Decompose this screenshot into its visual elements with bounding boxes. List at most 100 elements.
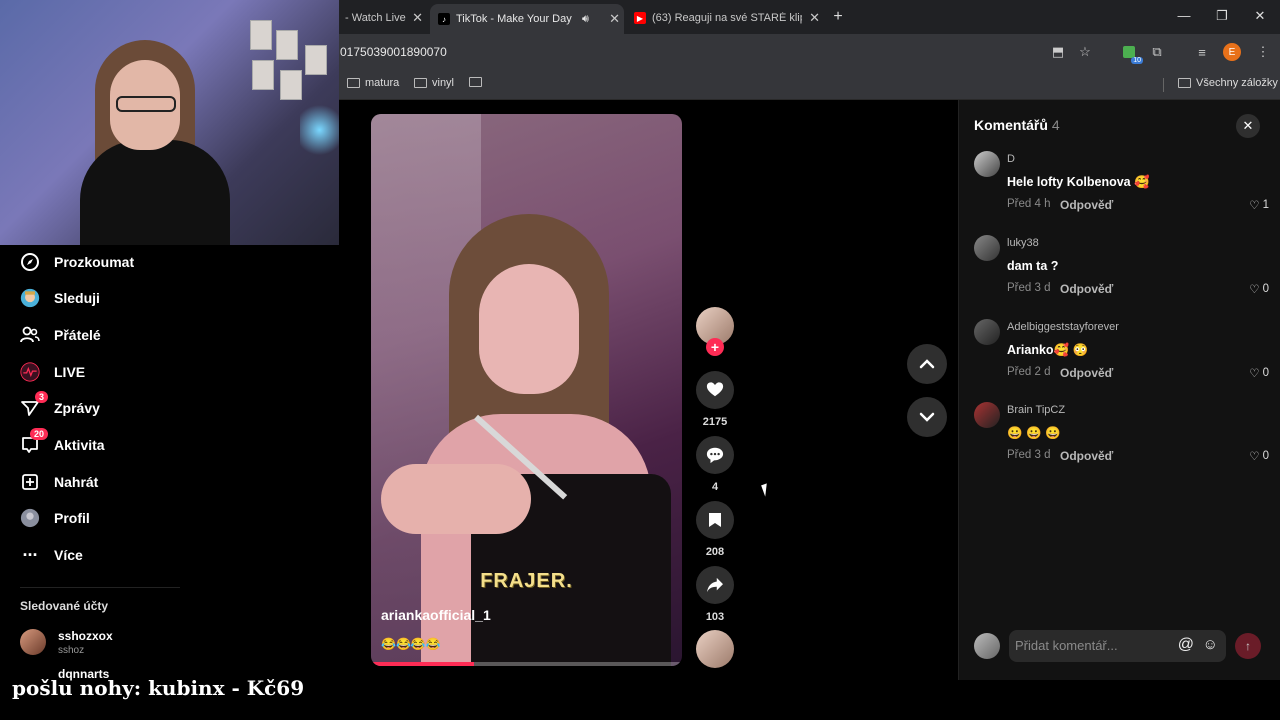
comment-like-count: 0: [1262, 450, 1269, 462]
comment-user[interactable]: luky38: [1007, 237, 1039, 249]
messages-icon: 3: [20, 391, 48, 418]
comment-like-button[interactable]: ♡ 0: [1249, 282, 1269, 296]
video-username[interactable]: ariankaofficial_1: [381, 607, 491, 623]
sidebar-divider: [20, 587, 180, 588]
comment-avatar[interactable]: [974, 151, 1000, 177]
nav-upload[interactable]: Nahrát: [20, 472, 98, 492]
nav-label: Sleduji: [54, 290, 100, 306]
reply-button[interactable]: Odpověď: [1060, 282, 1113, 296]
media-control-icon[interactable]: ≡: [1193, 43, 1211, 61]
next-video-button[interactable]: [907, 397, 947, 437]
profile-avatar[interactable]: E: [1223, 43, 1241, 61]
video-progress-fill: [371, 662, 474, 666]
comments-panel: Komentářů 4 ✕ D Hele lofty Kolbenova 🥰 Př…: [958, 100, 1280, 680]
comment-user[interactable]: Brain TipCZ: [1007, 404, 1065, 416]
avatar: [20, 629, 46, 655]
comment-avatar[interactable]: [974, 402, 1000, 428]
share-count: 103: [705, 611, 725, 623]
maximize-icon[interactable]: ❐: [1214, 8, 1230, 24]
tab-watch-live[interactable]: - Watch Live ✕: [345, 6, 427, 30]
reply-button[interactable]: Odpověď: [1060, 366, 1113, 380]
menu-kebab-icon[interactable]: ⋮: [1254, 43, 1272, 61]
heart-outline-icon: ♡: [1249, 284, 1260, 296]
speaker-icon[interactable]: 🔊︎: [582, 13, 589, 26]
bookmark-star-icon[interactable]: ☆: [1076, 43, 1094, 61]
close-comments-button[interactable]: ✕: [1236, 114, 1260, 138]
heart-outline-icon: ♡: [1249, 451, 1260, 463]
comment-avatar[interactable]: [974, 235, 1000, 261]
comment-text: Hele lofty Kolbenova 🥰: [1007, 175, 1150, 189]
wall-poster: [276, 30, 298, 60]
following-account-sshozxox[interactable]: sshozxox sshoz: [20, 629, 220, 659]
nav-friends[interactable]: Přátelé: [20, 325, 101, 345]
close-tab-icon[interactable]: ✕: [408, 10, 427, 26]
extensions-puzzle-icon[interactable]: ⧉: [1148, 43, 1166, 61]
more-icon: ···: [22, 544, 39, 565]
comments-title: Komentářů 4: [974, 117, 1060, 133]
comment-like-button[interactable]: ♡ 0: [1249, 366, 1269, 380]
wall-poster: [305, 45, 327, 75]
comment-avatar[interactable]: [974, 319, 1000, 345]
nav-explore[interactable]: Prozkoumat: [20, 252, 134, 272]
close-window-icon[interactable]: ✕: [1252, 8, 1268, 24]
mouse-cursor-icon: [761, 483, 771, 497]
bookmark-label: vinyl: [432, 77, 455, 89]
comment-time: Před 2 d: [1007, 366, 1051, 378]
save-button[interactable]: [696, 501, 734, 539]
video-player[interactable]: FRAJER. ariankaofficial_1 😂😂😂😂: [371, 114, 682, 666]
extension-icon[interactable]: 10: [1120, 43, 1143, 64]
neon-light: [300, 100, 339, 160]
bookmark-folder-unnamed[interactable]: [469, 77, 482, 87]
tab-tiktok[interactable]: ♪ TikTok - Make Your Day 🔊︎ ✕: [430, 4, 624, 34]
account-handle: sshoz: [58, 645, 85, 656]
previous-video-button[interactable]: [907, 344, 947, 384]
comment-like-button[interactable]: ♡ 0: [1249, 449, 1269, 463]
nav-more[interactable]: ··· Více: [20, 545, 83, 565]
comment-time: Před 4 h: [1007, 198, 1051, 210]
nav-activity[interactable]: 20 Aktivita: [20, 428, 105, 455]
follow-plus-icon[interactable]: +: [706, 338, 724, 356]
heart-outline-icon: ♡: [1249, 368, 1260, 380]
save-count: 208: [705, 546, 725, 558]
install-app-icon[interactable]: ⬒: [1049, 43, 1067, 61]
nav-following[interactable]: Sleduji: [20, 288, 100, 308]
comment-icon: [706, 447, 724, 464]
nav-profile[interactable]: Profil: [20, 508, 90, 528]
comment-input[interactable]: Přidat komentář... @ ☺: [1009, 630, 1226, 662]
current-user-avatar: [974, 633, 1000, 659]
sound-disc-avatar[interactable]: [696, 630, 734, 668]
following-section-title: Sledované účty: [20, 599, 109, 613]
comment-text: 😀 😀 😀: [1007, 426, 1061, 440]
close-tab-icon[interactable]: ✕: [805, 10, 824, 26]
comment-user[interactable]: Adelbiggeststayforever: [1007, 321, 1119, 333]
tab-youtube[interactable]: ▶ (63) Reaguji na své STARÉ klipy ✕: [634, 6, 824, 30]
new-tab-button[interactable]: +: [830, 8, 846, 26]
all-bookmarks-button[interactable]: Všechny záložky: [1178, 77, 1278, 89]
comment-like-button[interactable]: ♡ 1: [1249, 198, 1269, 212]
webcam-overlay: [0, 0, 339, 245]
comment-user[interactable]: D: [1007, 153, 1015, 165]
comment-button[interactable]: [696, 436, 734, 474]
url-field[interactable]: 0175039001890070: [340, 45, 447, 59]
minimize-icon[interactable]: —: [1176, 8, 1192, 23]
send-comment-button[interactable]: ↑: [1235, 633, 1261, 659]
bookmark-folder-vinyl[interactable]: vinyl: [414, 77, 454, 89]
like-button[interactable]: [696, 371, 734, 409]
nav-label: Více: [54, 547, 83, 563]
streamer-glasses: [116, 96, 176, 112]
bookmark-folder-matura[interactable]: matura: [347, 77, 399, 89]
folder-icon: [1178, 78, 1191, 88]
mention-icon[interactable]: @: [1178, 636, 1194, 654]
video-description: 😂😂😂😂: [381, 637, 441, 651]
reply-button[interactable]: Odpověď: [1060, 449, 1113, 463]
messages-badge: 3: [34, 391, 48, 403]
reply-button[interactable]: Odpověď: [1060, 198, 1113, 212]
close-tab-icon[interactable]: ✕: [605, 11, 624, 27]
bookmark-icon: [709, 513, 721, 527]
share-button[interactable]: [696, 566, 734, 604]
emoji-icon[interactable]: ☺: [1203, 636, 1218, 653]
nav-live[interactable]: LIVE: [20, 362, 85, 382]
tab-title: TikTok - Make Your Day: [456, 13, 572, 25]
nav-messages[interactable]: 3 Zprávy: [20, 391, 100, 418]
comments-count: 4: [1051, 117, 1060, 133]
